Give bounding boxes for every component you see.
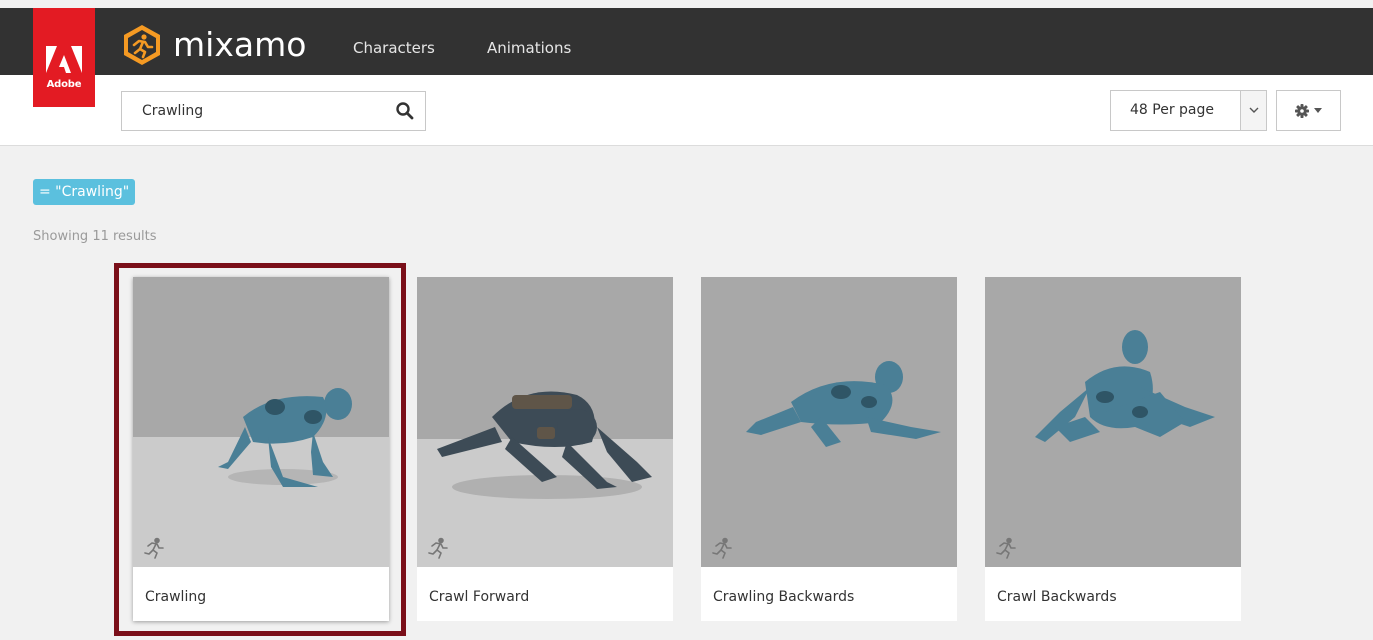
search-toolbar: 48 Per page <box>0 75 1373 146</box>
adobe-label: Adobe <box>46 79 82 90</box>
animation-thumbnail <box>701 277 957 567</box>
adobe-logo[interactable]: Adobe <box>33 8 95 107</box>
card-title: Crawling <box>145 589 207 605</box>
animation-card-crawl-forward[interactable]: Crawl Forward <box>417 277 673 621</box>
card-title: Crawl Forward <box>429 589 530 605</box>
running-figure-icon <box>144 537 164 559</box>
animation-thumbnail <box>133 277 389 567</box>
per-page-value: 48 Per page <box>1130 102 1214 118</box>
animation-card-crawl-backwards[interactable]: Crawl Backwards <box>985 277 1241 621</box>
running-figure-icon <box>996 537 1016 559</box>
brand-name: mixamo <box>173 25 307 64</box>
nav-animations[interactable]: Animations <box>487 39 571 57</box>
adobe-a-icon <box>46 46 82 73</box>
animation-card-crawling[interactable]: Crawling <box>133 277 389 621</box>
card-title: Crawl Backwards <box>997 589 1117 605</box>
animation-thumbnail <box>417 277 673 567</box>
search-filter-tag[interactable]: = "Crawling" <box>33 179 136 205</box>
top-navigation-bar: mixamo Characters Animations <box>0 8 1373 75</box>
caret-down-icon <box>1314 108 1322 113</box>
card-title: Crawling Backwards <box>713 589 855 605</box>
search-icon[interactable] <box>395 101 415 121</box>
animation-card-crawling-backwards[interactable]: Crawling Backwards <box>701 277 957 621</box>
running-figure-icon <box>428 537 448 559</box>
search-box <box>121 91 426 131</box>
per-page-dropdown-button[interactable] <box>1240 91 1266 130</box>
mixamo-logo-icon <box>124 25 160 65</box>
result-count: Showing 11 results <box>33 229 157 244</box>
nav-characters[interactable]: Characters <box>353 39 435 57</box>
per-page-select[interactable]: 48 Per page <box>1110 90 1267 131</box>
running-figure-icon <box>712 537 732 559</box>
animation-thumbnail <box>985 277 1241 567</box>
search-input[interactable] <box>122 92 382 130</box>
mixamo-home-link[interactable]: mixamo <box>121 24 306 66</box>
gear-icon <box>1295 103 1309 118</box>
settings-button[interactable] <box>1276 90 1341 131</box>
chevron-down-icon <box>1249 107 1258 113</box>
